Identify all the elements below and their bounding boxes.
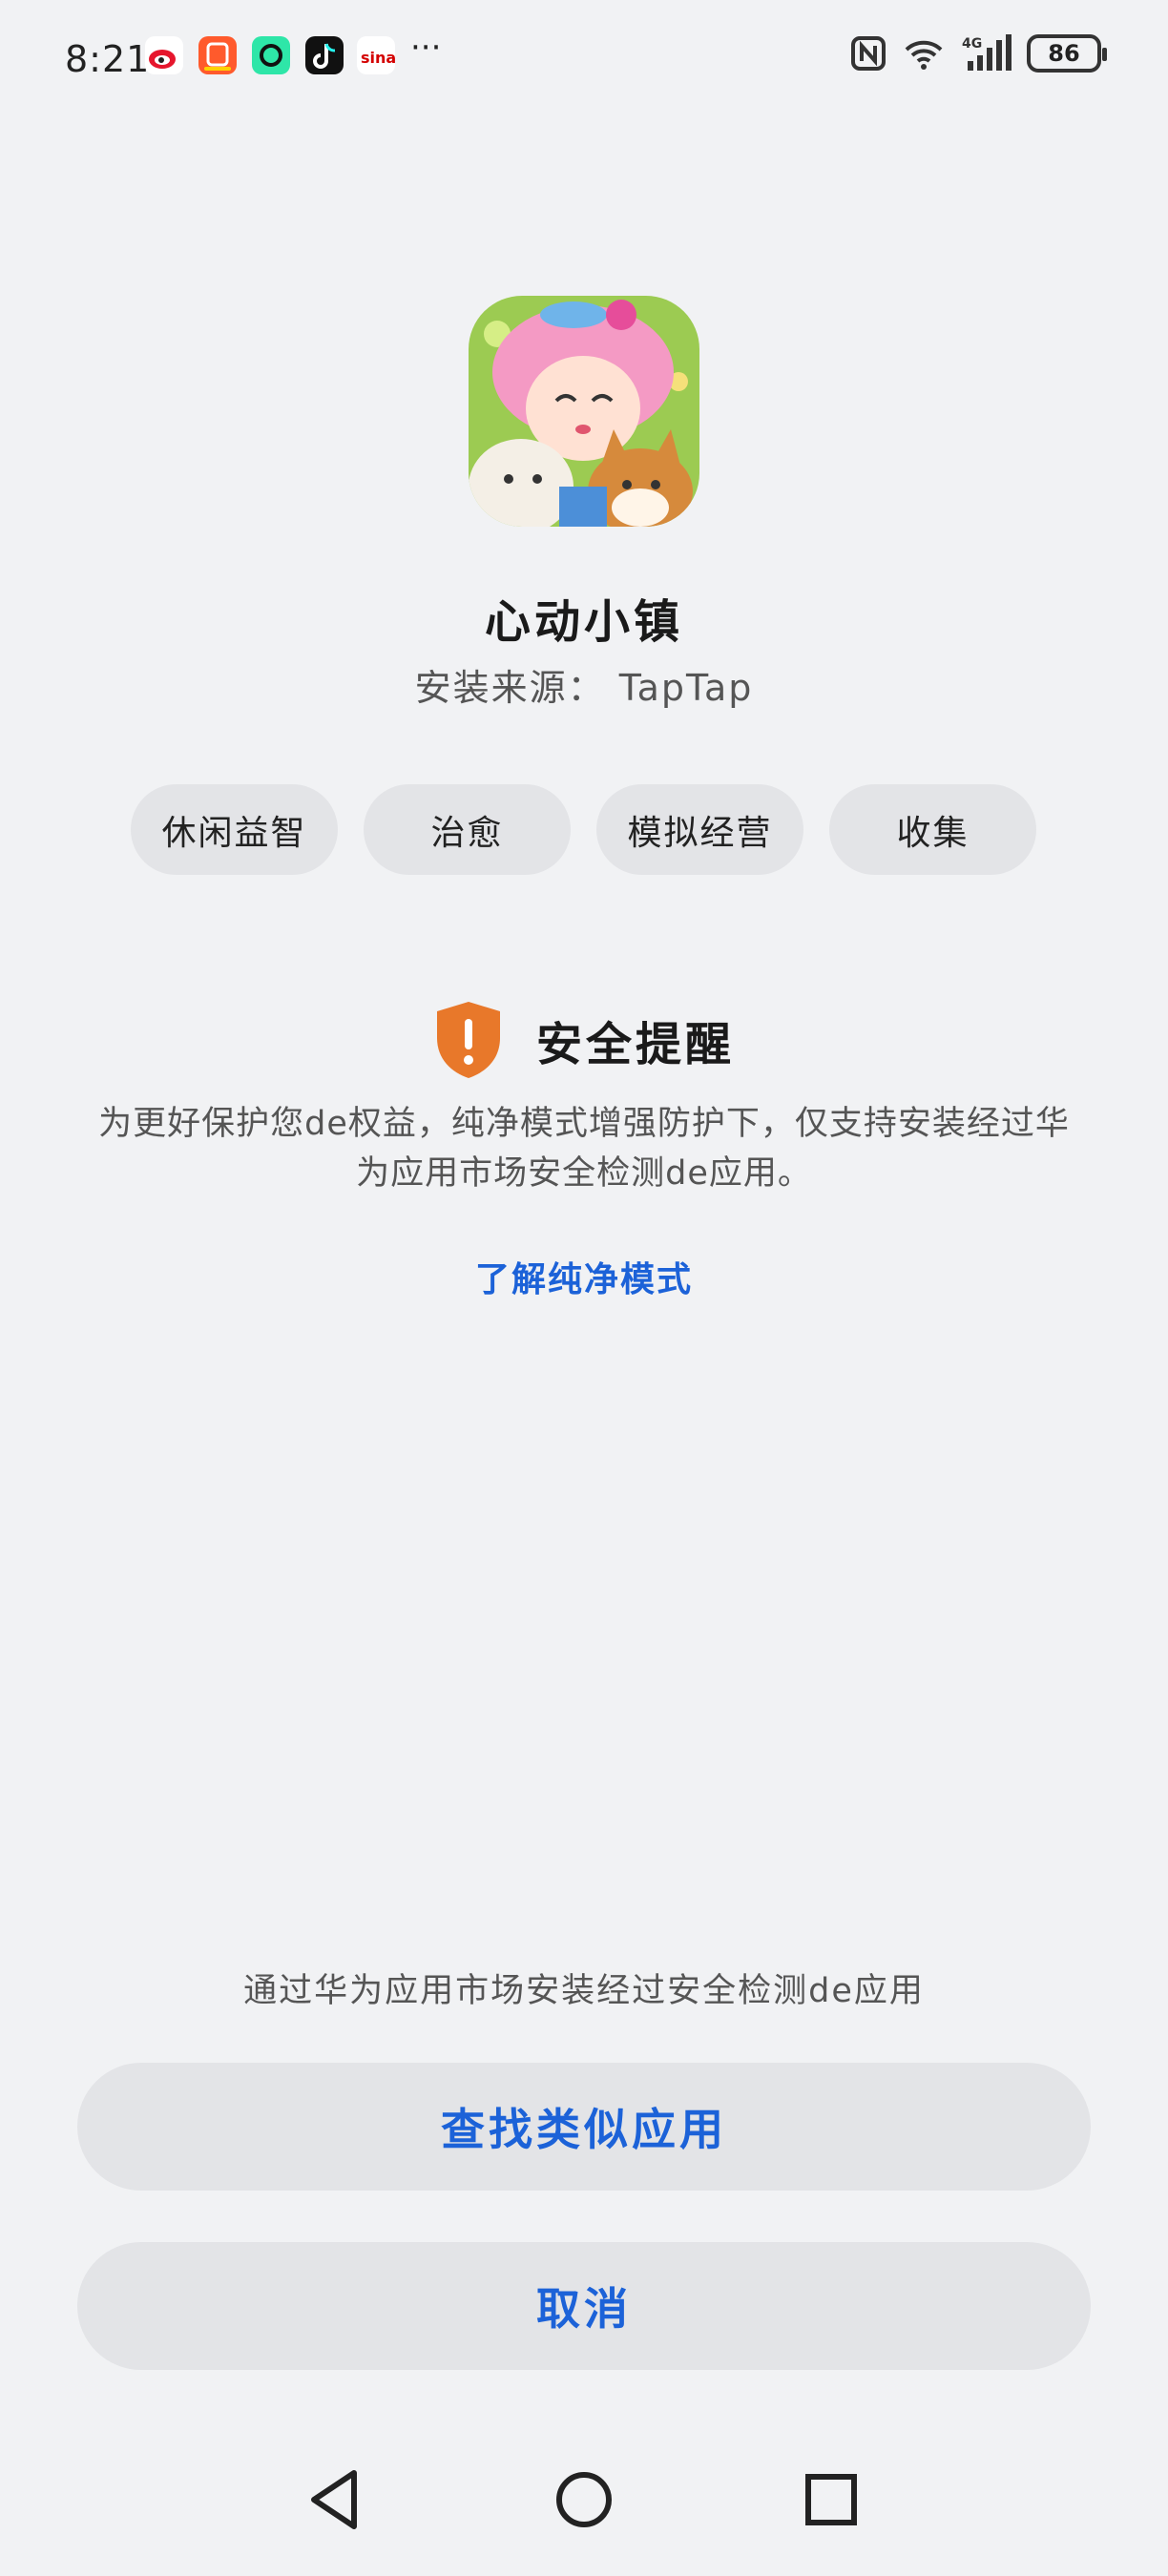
battery-icon: 86	[1027, 34, 1107, 73]
tag-healing[interactable]: 治愈	[364, 784, 571, 875]
learn-pure-mode-link[interactable]: 了解纯净模式	[0, 1252, 1168, 1301]
tiktok-icon	[305, 36, 344, 74]
sina-icon: sina	[357, 36, 396, 74]
find-similar-apps-button[interactable]: 查找类似应用	[77, 2063, 1091, 2191]
home-icon[interactable]	[546, 2462, 622, 2538]
security-description: 为更好保护您de权益，纯净模式增强防护下，仅支持安装经过华为应用市场安全检测de…	[98, 1105, 1070, 1193]
tag-simulation[interactable]: 模拟经营	[596, 784, 803, 875]
navigation-bar	[0, 2462, 1168, 2566]
tag-casual-puzzle[interactable]: 休闲益智	[131, 784, 338, 875]
security-header: 安全提醒	[0, 1000, 1168, 1080]
nfc-icon	[851, 36, 886, 71]
svg-text:sina: sina	[361, 49, 395, 67]
status-time: 8:21	[65, 38, 151, 80]
weibo-icon	[145, 36, 183, 74]
app-icon-image	[469, 296, 699, 527]
app-tags: 休闲益智 治愈 模拟经营 收集	[131, 784, 1036, 875]
svg-text:4G: 4G	[962, 36, 982, 52]
back-icon[interactable]	[297, 2462, 373, 2538]
wifi-icon	[905, 40, 943, 70]
system-icons: 4G 86	[849, 34, 1107, 73]
more-notifications-icon: ···	[410, 29, 442, 67]
signal-4g-icon: 4G	[962, 34, 1012, 71]
install-source: 安装来源： TapTap	[414, 667, 754, 709]
install-hint: 通过华为应用市场安装经过安全检测de应用	[243, 1972, 925, 2010]
kuaishou-icon	[198, 36, 237, 74]
cancel-button[interactable]: 取消	[77, 2242, 1091, 2370]
tag-collection[interactable]: 收集	[829, 784, 1036, 875]
recent-apps-icon[interactable]	[793, 2462, 869, 2538]
app-icon	[252, 36, 290, 74]
status-bar: 8:21 sina ··· 4G 86	[0, 0, 1168, 114]
security-title: 安全提醒	[535, 1018, 735, 1071]
shield-warning-icon	[436, 1002, 500, 1078]
app-name: 心动小镇	[484, 595, 683, 649]
